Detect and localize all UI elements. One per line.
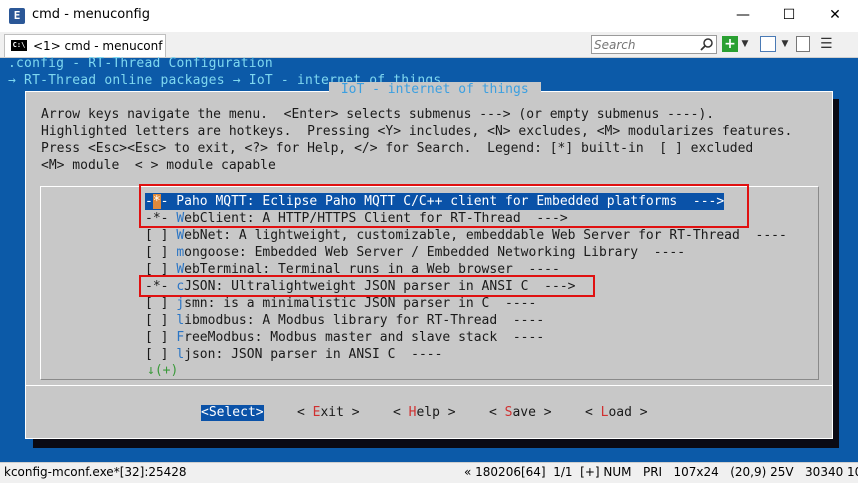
item-prefix: [ ] bbox=[145, 330, 177, 345]
button-pre: < bbox=[201, 405, 209, 420]
cmd-icon: C:\ bbox=[11, 40, 27, 51]
item-hotkey: l bbox=[176, 347, 185, 362]
app-icon: E bbox=[9, 8, 25, 24]
layout-icon[interactable] bbox=[760, 36, 776, 52]
maximize-button[interactable]: ☐ bbox=[766, 0, 812, 30]
more-items-indicator: ↓(+) bbox=[147, 363, 179, 378]
help-text: Highlighted letters are hotkeys. Pressin… bbox=[41, 124, 793, 139]
item-hotkey: l bbox=[176, 313, 185, 328]
select-button[interactable]: <Select> bbox=[201, 405, 264, 421]
button-hotkey: S bbox=[208, 405, 217, 420]
button-post: elect> bbox=[216, 405, 264, 420]
item-prefix: [ ] bbox=[145, 296, 177, 311]
button-post: ave > bbox=[512, 405, 552, 420]
menu-item-mongoose[interactable]: [ ] mongoose: Embedded Web Server / Embe… bbox=[145, 244, 685, 261]
item-label: ebNet: A lightweight, customizable, embe… bbox=[184, 228, 787, 243]
help-text: Press <Esc><Esc> to exit, <?> for Help, … bbox=[41, 141, 754, 156]
window-title: cmd - menuconfig bbox=[32, 7, 150, 22]
help-text: <M> module < > module capable bbox=[41, 158, 276, 173]
status-bar: kconfig-mconf.exe*[32]:25428 « 180206[64… bbox=[0, 462, 858, 483]
tab-label: <1> cmd - menuconf bbox=[33, 39, 163, 53]
divider bbox=[26, 385, 832, 386]
item-hotkey: W bbox=[176, 228, 185, 243]
minimize-button[interactable]: — bbox=[720, 0, 766, 30]
button-pre: < bbox=[585, 405, 601, 420]
item-label: json: JSON parser in ANSI C ---- bbox=[184, 347, 443, 362]
button-pre: < bbox=[297, 405, 313, 420]
button-post: oad > bbox=[608, 405, 648, 420]
load-button[interactable]: < Load > bbox=[585, 405, 648, 421]
menu-item-ljson[interactable]: [ ] ljson: JSON parser in ANSI C ---- bbox=[145, 346, 442, 363]
menu-item-webnet[interactable]: [ ] WebNet: A lightweight, customizable,… bbox=[145, 227, 787, 244]
new-console-icon[interactable]: + bbox=[722, 36, 738, 52]
button-post: xit > bbox=[320, 405, 360, 420]
exit-button[interactable]: < Exit > bbox=[297, 405, 360, 421]
list-icon[interactable] bbox=[796, 36, 810, 52]
search-input[interactable] bbox=[594, 37, 694, 52]
menu-item-freemodbus[interactable]: [ ] FreeModbus: Modbus master and slave … bbox=[145, 329, 544, 346]
item-hotkey: F bbox=[176, 330, 185, 345]
item-label: ongoose: Embedded Web Server / Embedded … bbox=[184, 245, 686, 260]
help-text: Arrow keys navigate the menu. <Enter> se… bbox=[41, 107, 715, 122]
search-icon[interactable] bbox=[700, 37, 714, 51]
config-path: .config - RT-Thread Configuration bbox=[8, 56, 273, 71]
menu-icon[interactable]: ☰ bbox=[820, 36, 836, 52]
search-box[interactable] bbox=[591, 35, 717, 54]
annotation-box bbox=[139, 184, 749, 228]
button-pre: < bbox=[393, 405, 409, 420]
console-tab[interactable]: C:\ <1> cmd - menuconf bbox=[4, 34, 166, 57]
button-pre: < bbox=[489, 405, 505, 420]
close-button[interactable]: ✕ bbox=[812, 0, 858, 30]
item-prefix: [ ] bbox=[145, 245, 177, 260]
process-status: kconfig-mconf.exe*[32]:25428 bbox=[4, 465, 187, 479]
window-titlebar: E cmd - menuconfig — ☐ ✕ bbox=[0, 0, 858, 32]
annotation-box bbox=[139, 275, 595, 297]
menu-item-jsmn[interactable]: [ ] jsmn: is a minimalistic JSON parser … bbox=[145, 295, 536, 312]
console-status: « 180206[64] 1/1 [+] NUM PRI 107x24 (20,… bbox=[464, 465, 858, 479]
save-button[interactable]: < Save > bbox=[489, 405, 552, 421]
dialog-shadow bbox=[33, 438, 833, 448]
chevron-down-icon[interactable]: ▼ bbox=[780, 36, 790, 52]
button-post: elp > bbox=[416, 405, 456, 420]
console-area[interactable]: .config - RT-Thread Configuration → RT-T… bbox=[0, 56, 858, 462]
item-label: smn: is a minimalistic JSON parser in C … bbox=[184, 296, 537, 311]
menu-item-libmodbus[interactable]: [ ] libmodbus: A Modbus library for RT-T… bbox=[145, 312, 544, 329]
help-button[interactable]: < Help > bbox=[393, 405, 456, 421]
dialog-title: IoT - internet of things bbox=[329, 82, 541, 97]
menuconfig-dialog: IoT - internet of things Arrow keys navi… bbox=[25, 82, 833, 439]
item-hotkey: m bbox=[176, 245, 185, 260]
item-prefix: [ ] bbox=[145, 313, 177, 328]
item-hotkey: j bbox=[176, 296, 185, 311]
chevron-down-icon[interactable]: ▼ bbox=[740, 36, 750, 52]
item-prefix: [ ] bbox=[145, 347, 177, 362]
item-label: ibmodbus: A Modbus library for RT-Thread… bbox=[184, 313, 545, 328]
item-prefix: [ ] bbox=[145, 228, 177, 243]
item-label: reeModbus: Modbus master and slave stack… bbox=[184, 330, 545, 345]
